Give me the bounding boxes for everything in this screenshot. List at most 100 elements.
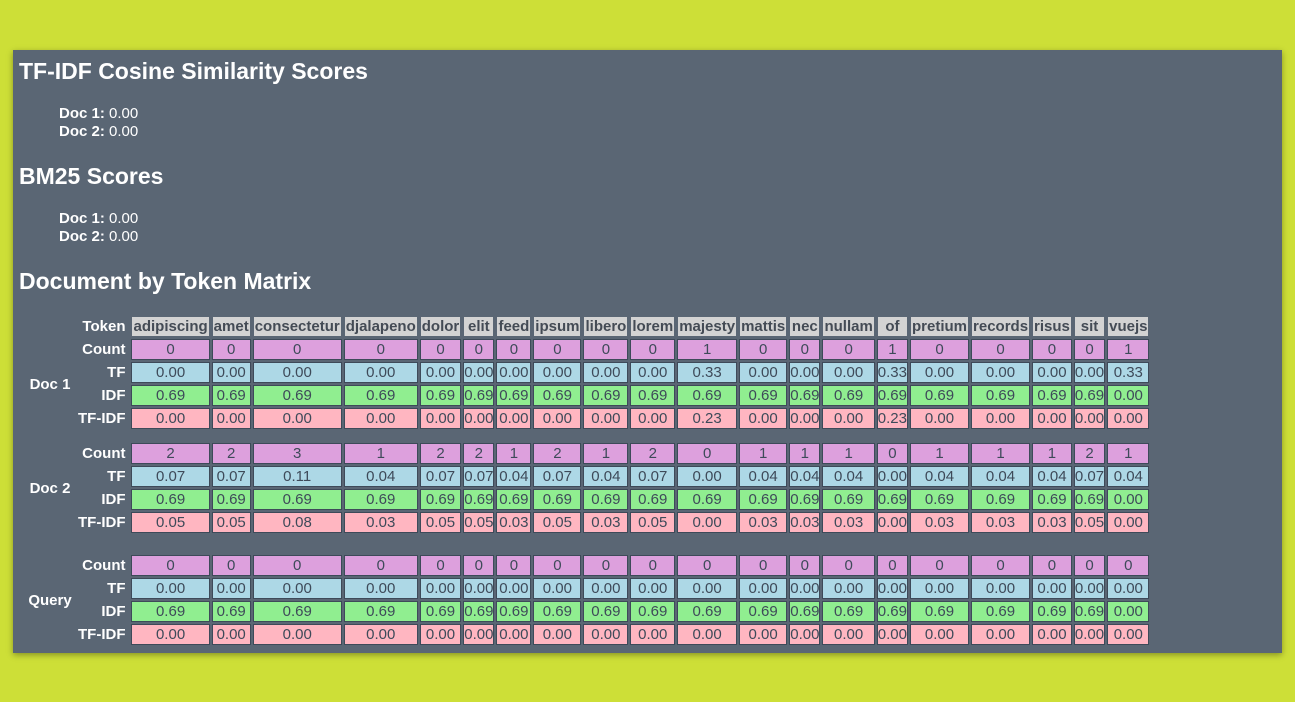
query-idf-cell: 0.69	[496, 601, 532, 622]
doc1-tf-cell: 0.00	[822, 362, 875, 383]
doc1-count-cell: 0	[496, 339, 532, 360]
doc2-tf-cell: 0.07	[463, 466, 495, 487]
doc2-idf-cell: 0.00	[1107, 489, 1150, 510]
doc1-tfidf-cell: 0.00	[1073, 408, 1106, 429]
doc1-tfidf-row: TF-IDF 0.00 0.00 0.00 0.00 0.00 0.00 0.00 0.00 0.…	[24, 408, 1150, 429]
query-tf-cell: 0.00	[677, 578, 738, 599]
query-tfidf-cell: 0.00	[630, 624, 676, 645]
doc2-tf-cell: 0.07	[211, 466, 251, 487]
doc2-count-cell: 2	[463, 443, 495, 464]
query-idf-cell: 0.69	[533, 601, 582, 622]
query-tf-cell: 0.00	[583, 578, 629, 599]
doc1-idf-cell: 0.69	[1032, 385, 1072, 406]
doc1-count-row: Doc 1 Count 0 0 0 0 0 0 0 0 0 0 1 0 0 0 1 0 0 0 0 1	[24, 339, 1150, 393]
score-label: Doc 1:	[59, 105, 105, 122]
doc2-tf-cell: 0.04	[1032, 466, 1072, 487]
doc1-tf-cell: 0.00	[971, 362, 1031, 383]
doc1-count-cell: 0	[1073, 339, 1106, 360]
query-idf-cell: 0.69	[1032, 601, 1072, 622]
token-header-ipsum: ipsum	[533, 316, 582, 337]
doc2-tfidf-cell: 0.08	[252, 512, 342, 533]
doc2-idf-cell: 0.69	[789, 489, 821, 510]
query-tfidf-row: TF-IDF 0.00 0.00 0.00 0.00 0.00 0.00 0.00 0.00 0.…	[24, 624, 1150, 645]
query-tf-cell: 0.00	[1032, 578, 1072, 599]
doc1-tf-cell: 0.00	[1032, 362, 1072, 383]
query-count-cell: 0	[1107, 555, 1150, 576]
doc2-count-cell: 1	[971, 443, 1031, 464]
doc2-idf-cell: 0.69	[343, 489, 418, 510]
doc2-count-cell: 1	[739, 443, 788, 464]
query-tf-cell: 0.00	[1107, 578, 1150, 599]
doc2-tfidf-cell: 0.03	[496, 512, 532, 533]
query-idf-cell: 0.69	[252, 601, 342, 622]
doc1-idf-cell: 0.69	[131, 385, 210, 406]
doc1-count-cell: 0	[211, 339, 251, 360]
doc1-tf-cell: 0.00	[583, 362, 629, 383]
doc2-tf-cell: 0.04	[739, 466, 788, 487]
cosine-scores-heading: TF-IDF Cosine Similarity Scores	[19, 58, 368, 84]
doc2-tfidf-cell: 0.03	[739, 512, 788, 533]
query-tfidf-cell: 0.00	[822, 624, 875, 645]
group-spacer	[24, 535, 1149, 553]
doc1-idf-cell: 0.69	[789, 385, 821, 406]
query-tfidf-cell: 0.00	[419, 624, 462, 645]
group-spacer	[24, 431, 1149, 441]
query-tf-cell: 0.00	[343, 578, 418, 599]
idf-row-label: IDF	[101, 491, 126, 508]
doc2-tf-cell: 0.07	[533, 466, 582, 487]
token-header-adipiscing: adipiscing	[131, 316, 210, 337]
query-tfidf-cell: 0.00	[910, 624, 970, 645]
query-count-cell: 0	[822, 555, 875, 576]
doc2-idf-cell: 0.69	[211, 489, 251, 510]
doc2-tfidf-cell: 0.03	[971, 512, 1031, 533]
token-header-feed: feed	[496, 316, 532, 337]
token-header-libero: libero	[583, 316, 629, 337]
doc1-count-cell: 0	[252, 339, 342, 360]
doc2-tf-cell: 0.04	[789, 466, 821, 487]
query-label: Query	[28, 591, 72, 609]
doc1-tf-cell: 0.00	[211, 362, 251, 383]
query-idf-cell: 0.69	[343, 601, 418, 622]
query-count-cell: 0	[1073, 555, 1106, 576]
doc2-idf-cell: 0.69	[630, 489, 676, 510]
doc2-idf-cell: 0.69	[131, 489, 210, 510]
query-count-cell: 0	[463, 555, 495, 576]
doc1-count-cell: 0	[630, 339, 676, 360]
token-header-risus: risus	[1032, 316, 1072, 337]
doc2-tfidf-cell: 0.03	[910, 512, 970, 533]
token-header-row: Token adipiscing amet consectetur djalapeno d…	[24, 316, 1150, 337]
query-tfidf-cell: 0.00	[533, 624, 582, 645]
query-count-cell: 0	[343, 555, 418, 576]
token-header-amet: amet	[211, 316, 251, 337]
doc2-tfidf-cell: 0.05	[211, 512, 251, 533]
query-idf-cell: 0.69	[789, 601, 821, 622]
query-count-cell: 0	[789, 555, 821, 576]
doc1-tf-cell: 0.00	[343, 362, 418, 383]
doc1-idf-cell: 0.69	[739, 385, 788, 406]
query-tf-cell: 0.00	[971, 578, 1031, 599]
doc2-tf-cell: 0.04	[910, 466, 970, 487]
tfidf-row-label: TF-IDF	[78, 626, 126, 643]
doc2-idf-cell: 0.69	[583, 489, 629, 510]
score-value: 0.00	[109, 228, 139, 245]
doc1-count-cell: 1	[876, 339, 908, 360]
query-tf-cell: 0.00	[789, 578, 821, 599]
tf-row-label: TF	[107, 468, 126, 485]
query-tf-cell: 0.00	[463, 578, 495, 599]
score-label: Doc 2:	[59, 123, 105, 140]
doc1-tf-cell: 0.00	[419, 362, 462, 383]
doc2-count-cell: 2	[419, 443, 462, 464]
doc1-idf-cell: 0.69	[1073, 385, 1106, 406]
doc1-tfidf-cell: 0.23	[876, 408, 908, 429]
token-header-nec: nec	[789, 316, 821, 337]
idf-row-label: IDF	[101, 603, 126, 620]
doc1-idf-cell: 0.69	[496, 385, 532, 406]
token-header-djalapeno: djalapeno	[343, 316, 418, 337]
query-tfidf-cell: 0.00	[971, 624, 1031, 645]
doc2-label: Doc 2	[29, 479, 71, 497]
query-idf-cell: 0.69	[971, 601, 1031, 622]
token-header-majesty: majesty	[677, 316, 738, 337]
doc2-tfidf-cell: 0.05	[463, 512, 495, 533]
doc1-count-cell: 0	[971, 339, 1031, 360]
query-count-cell: 0	[533, 555, 582, 576]
